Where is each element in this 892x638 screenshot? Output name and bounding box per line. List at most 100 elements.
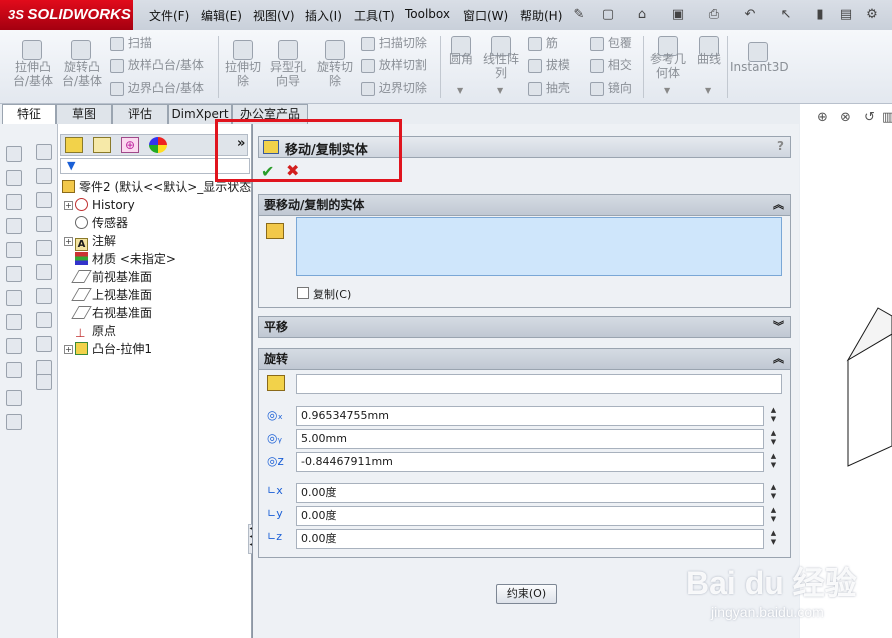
angle-z-field[interactable]: 0.00度 [296,529,764,549]
menu-window[interactable]: 窗口(W) [463,7,508,24]
tab-features[interactable]: 特征 [2,104,56,124]
rebuild-icon[interactable]: ▮ [810,6,830,24]
rotation-center-z-field[interactable]: -0.84467911mm [296,452,764,472]
property-manager-tab-icon[interactable] [93,137,111,153]
menu-file[interactable]: 文件(F) [149,7,189,24]
expand-icon[interactable]: + [64,201,73,210]
tree-item-material[interactable]: 材质 <未指定> [75,250,176,268]
collapse-icon[interactable]: ︽ [773,195,784,215]
spinner-x[interactable]: ▲ ▼ [768,406,779,426]
tab-evaluate[interactable]: 评估 [112,104,168,124]
mirror-button[interactable]: 镜向 [590,81,632,96]
rotation-center-x-field[interactable]: 0.96534755mm [296,406,764,426]
appearance-tab-icon[interactable] [149,137,167,153]
loft-cut-button[interactable]: 放样切割 [361,58,427,73]
tool-icon[interactable] [36,312,52,328]
tool-icon[interactable] [6,338,22,354]
section-bodies-header[interactable]: 要移动/复制的实体 ︽ [258,194,791,216]
tool-icon[interactable] [36,192,52,208]
tool-icon[interactable] [6,290,22,306]
tool-icon[interactable] [36,168,52,184]
linear-pattern-button[interactable]: 线性阵 列 [480,52,522,80]
help-button[interactable]: ? [777,139,784,153]
menu-view[interactable]: 视图(V) [253,7,295,24]
tree-item-boss-extrude1[interactable]: + 凸台-拉伸1 [64,340,152,358]
tool-icon[interactable] [6,390,22,406]
tool-icon[interactable] [6,314,22,330]
tool-icon[interactable] [36,216,52,232]
rotation-reference-field[interactable] [296,374,782,394]
reference-geometry-button[interactable]: 参考几 何体 [646,52,690,80]
angle-y-spinner[interactable]: ▲ ▼ [768,506,779,526]
tree-item-top-plane[interactable]: 上视基准面 [71,286,152,304]
menu-edit[interactable]: 编辑(E) [201,7,242,24]
tree-item-sensors[interactable]: 传感器 [75,214,128,232]
tool-icon[interactable] [6,362,22,378]
collapse-icon[interactable]: ︽ [773,349,784,369]
open-file-icon[interactable]: ⌂ [632,6,652,24]
expand-icon[interactable]: + [64,345,73,354]
tool-icon[interactable] [36,240,52,256]
tool-icon[interactable] [36,264,52,280]
tree-item-front-plane[interactable]: 前视基准面 [71,268,152,286]
menu-tools[interactable]: 工具(T) [354,7,395,24]
tool-icon[interactable] [6,414,22,430]
undo-icon[interactable]: ↶ [740,6,760,24]
constraints-button[interactable]: 约束(O) [496,584,557,604]
tool-icon[interactable] [36,288,52,304]
extrude-boss-button[interactable]: 拉伸凸 台/基体 [8,60,58,88]
expand-icon[interactable]: ︾ [773,317,784,337]
save-icon[interactable]: ▣ [668,6,688,24]
angle-z-spinner[interactable]: ▲ ▼ [768,529,779,549]
configuration-tab-icon[interactable]: ⊕ [121,137,139,153]
rotation-center-y-field[interactable]: 5.00mm [296,429,764,449]
select-icon[interactable]: ↖ [776,6,796,24]
pin-icon[interactable]: ✎ [569,6,589,24]
bodies-selection-box[interactable] [296,217,782,276]
revolve-cut-button[interactable]: 旋转切 除 [312,60,358,88]
boundary-boss-button[interactable]: 边界凸台/基体 [110,81,204,96]
tree-item-annotations[interactable]: + A 注解 [64,232,116,251]
tool-icon[interactable] [6,218,22,234]
tool-icon[interactable] [6,194,22,210]
angle-x-spinner[interactable]: ▲ ▼ [768,483,779,503]
tree-item-history[interactable]: + History [64,196,135,214]
boundary-cut-button[interactable]: 边界切除 [361,81,427,96]
rib-button[interactable]: 筋 [528,36,558,51]
tool-icon[interactable] [6,242,22,258]
shell-button[interactable]: 抽壳 [528,81,570,96]
section-translate-header[interactable]: 平移 ︾ [258,316,791,338]
angle-x-field[interactable]: 0.00度 [296,483,764,503]
fillet-button[interactable]: 圆角 [444,52,478,66]
pattern-dropdown-icon[interactable]: ▼ [497,86,503,95]
tool-icon[interactable] [6,266,22,282]
curves-button[interactable]: 曲线 [692,52,726,66]
intersect-button[interactable]: 相交 [590,58,632,73]
solidworks-logo[interactable]: 3S SOLIDWORKS [0,0,133,30]
section-rotate-header[interactable]: 旋转 ︽ [258,348,791,370]
instant3d-button[interactable]: Instant3D [730,60,789,74]
print-icon[interactable]: ⎙ [704,6,724,24]
menu-toolbox[interactable]: Toolbox [405,7,450,21]
angle-y-field[interactable]: 0.00度 [296,506,764,526]
hole-wizard-button[interactable]: 异型孔 向导 [264,60,312,88]
tool-icon[interactable] [36,144,52,160]
revolve-boss-button[interactable]: 旋转凸 台/基体 [57,60,107,88]
tool-icon[interactable] [36,374,52,390]
copy-checkbox[interactable] [297,287,309,299]
tree-item-right-plane[interactable]: 右视基准面 [71,304,152,322]
sweep-button[interactable]: 扫描 [110,36,152,51]
file-properties-icon[interactable]: ▤ [836,6,856,24]
sweep-cut-button[interactable]: 扫描切除 [361,36,427,51]
tab-sketch[interactable]: 草图 [56,104,112,124]
fillet-dropdown-icon[interactable]: ▼ [457,86,463,95]
feature-manager-tab-icon[interactable] [65,137,83,153]
new-file-icon[interactable]: ▢ [598,6,618,24]
curves-dropdown-icon[interactable]: ▼ [705,86,711,95]
options-icon[interactable]: ⚙ [862,6,882,24]
draft-button[interactable]: 拔模 [528,58,570,73]
spinner-y[interactable]: ▲ ▼ [768,429,779,449]
menu-help[interactable]: 帮助(H) [520,7,562,24]
wrap-button[interactable]: 包覆 [590,36,632,51]
expand-icon[interactable]: + [64,237,73,246]
